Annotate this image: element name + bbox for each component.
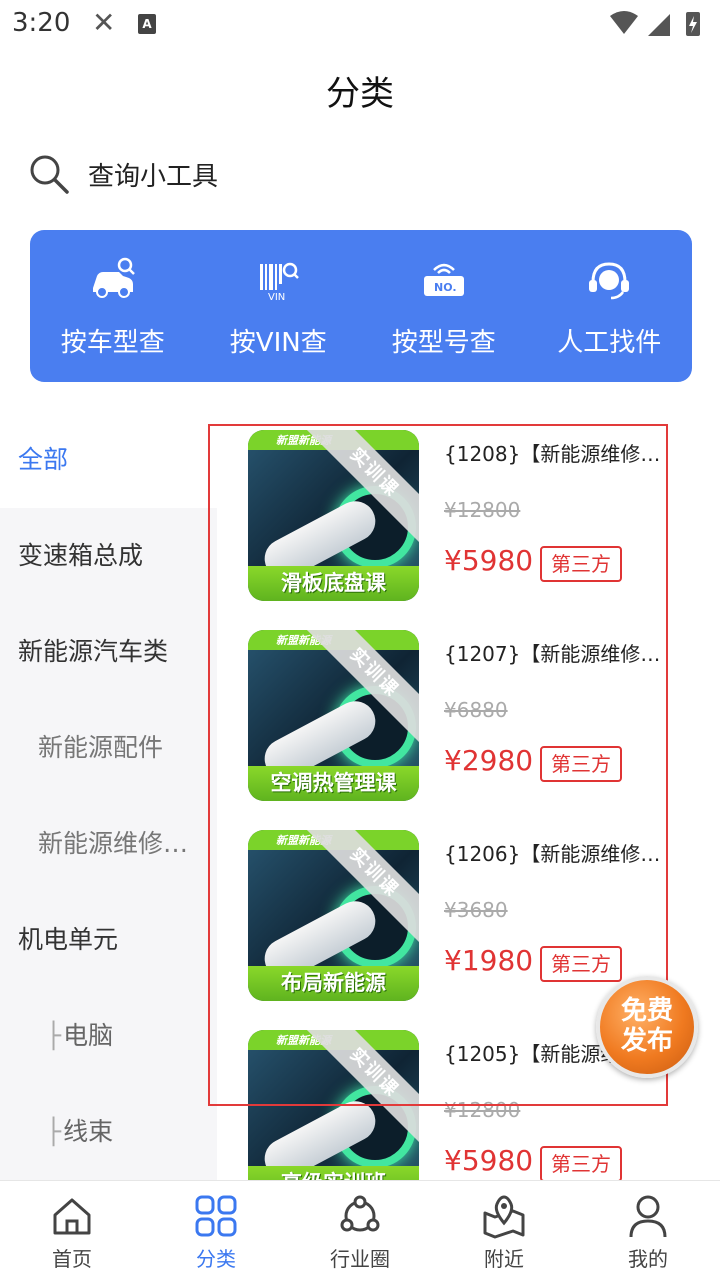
free-publish-line1: 免费 [620,996,673,1026]
nav-nearby[interactable]: 附近 [432,1181,576,1280]
nav-label: 行业圈 [330,1247,390,1271]
nav-category[interactable]: 分类 [144,1181,288,1280]
free-publish-line2: 发布 [620,1026,673,1056]
highlight-box [208,424,668,1106]
category-grid-icon [195,1195,237,1237]
nav-label: 我的 [628,1247,668,1271]
third-party-badge: 第三方 [540,1146,622,1180]
thumb-title: 高级实训班 [248,1166,419,1180]
free-publish-button[interactable]: 免费 发布 [596,976,698,1078]
product-price: ¥5980 [444,1144,534,1177]
nav-label: 附近 [484,1247,524,1271]
map-pin-icon [483,1195,525,1239]
nav-home[interactable]: 首页 [0,1181,144,1280]
nav-industry-circle[interactable]: 行业圈 [288,1181,432,1280]
person-icon [629,1195,667,1238]
circle-network-icon [340,1195,380,1232]
bottom-nav: 首页 分类 行业圈 附近 我的 [0,1180,720,1280]
nav-mine[interactable]: 我的 [576,1181,720,1280]
home-icon [53,1198,91,1235]
nav-label: 分类 [196,1247,236,1271]
nav-label: 首页 [52,1247,92,1271]
